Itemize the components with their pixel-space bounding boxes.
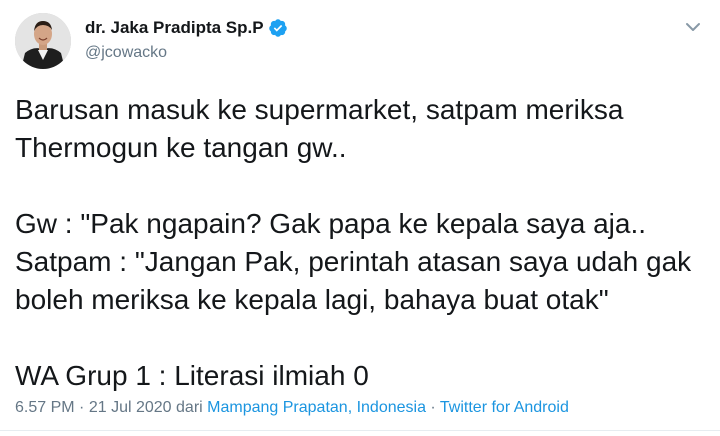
location-link[interactable]: Mampang Prapatan, Indonesia bbox=[207, 399, 426, 416]
meta-from-label: dari bbox=[176, 399, 203, 416]
avatar-image bbox=[15, 13, 71, 69]
tweet-card: dr. Jaka Pradipta Sp.P @jcowacko Barusan… bbox=[0, 0, 720, 436]
tweet-text-line: boleh meriksa ke kepala lagi, bahaya bua… bbox=[15, 284, 609, 315]
author-handle[interactable]: @jcowacko bbox=[85, 44, 167, 62]
tweet-date[interactable]: 21 Jul 2020 bbox=[89, 399, 172, 416]
tweet-text: Barusan masuk ke supermarket, satpam mer… bbox=[15, 91, 705, 395]
avatar[interactable] bbox=[15, 13, 71, 69]
meta-separator: · bbox=[79, 399, 85, 416]
tweet-text-line: Thermogun ke tangan gw.. bbox=[15, 132, 347, 163]
chevron-down-icon[interactable] bbox=[682, 18, 704, 36]
display-name[interactable]: dr. Jaka Pradipta Sp.P bbox=[85, 18, 264, 38]
meta-separator: · bbox=[430, 399, 436, 416]
divider bbox=[0, 430, 720, 431]
tweet-time[interactable]: 6.57 PM bbox=[15, 399, 75, 416]
author-name-row: dr. Jaka Pradipta Sp.P bbox=[85, 18, 288, 38]
tweet-text-line: Barusan masuk ke supermarket, satpam mer… bbox=[15, 94, 624, 125]
tweet-text-line: WA Grup 1 : Literasi ilmiah 0 bbox=[15, 360, 369, 391]
tweet-text-line: Gw : "Pak ngapain? Gak papa ke kepala sa… bbox=[15, 208, 646, 239]
tweet-text-line: Satpam : "Jangan Pak, perintah atasan sa… bbox=[15, 246, 692, 277]
tweet-meta: 6.57 PM · 21 Jul 2020 dari Mampang Prapa… bbox=[15, 399, 569, 417]
verified-badge-icon bbox=[268, 18, 288, 38]
source-link[interactable]: Twitter for Android bbox=[440, 399, 569, 416]
